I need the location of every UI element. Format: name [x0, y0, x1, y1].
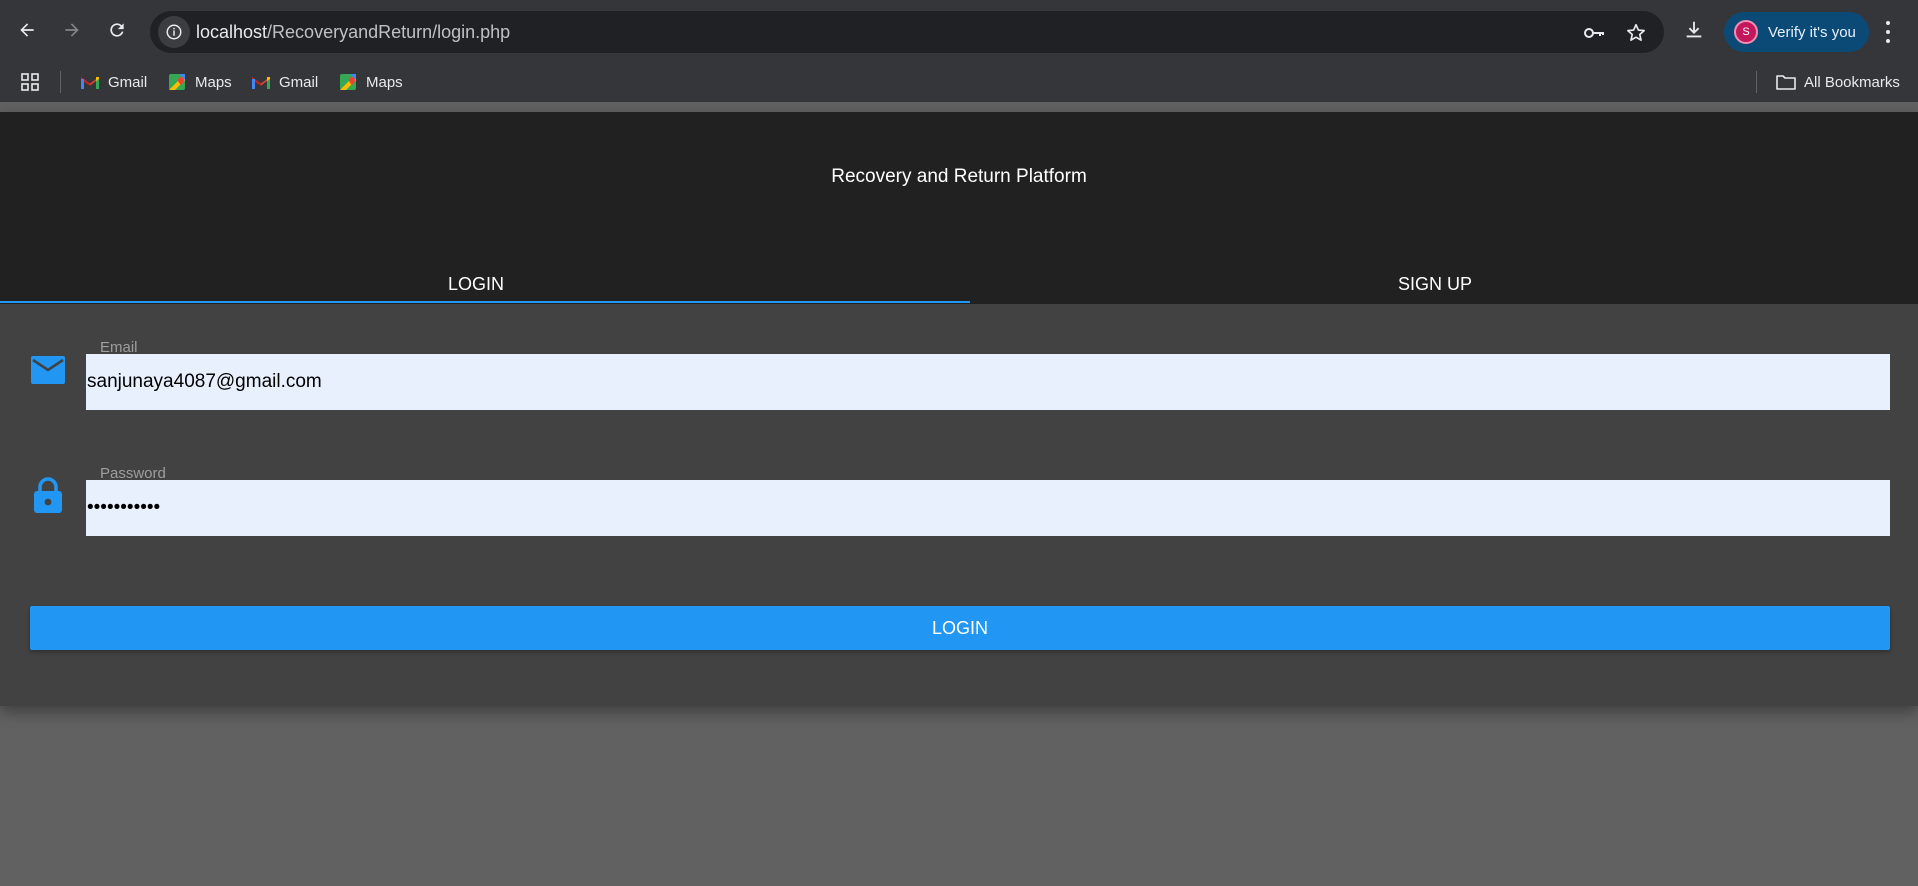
bookmark-maps-2[interactable]: Maps	[338, 68, 403, 96]
folder-icon	[1776, 74, 1796, 90]
bookmark-label: Gmail	[279, 73, 319, 91]
bookmark-star-button[interactable]	[1624, 21, 1648, 45]
bookmark-maps-1[interactable]: Maps	[167, 68, 232, 96]
browser-toolbar: localhost/RecoveryandReturn/login.php S …	[0, 0, 1918, 62]
maps-icon	[167, 74, 187, 90]
verify-profile-button[interactable]: S Verify it's you	[1724, 12, 1869, 52]
url-host: localhost	[196, 22, 268, 42]
star-icon	[1627, 23, 1645, 41]
maps-icon	[338, 74, 358, 90]
app-title: Recovery and Return Platform	[831, 166, 1087, 187]
bookmarks-divider	[1756, 71, 1757, 93]
tab-sign-up[interactable]: SIGN UP	[952, 264, 1918, 304]
site-info-button[interactable]	[158, 16, 190, 48]
forward-button[interactable]	[55, 13, 89, 47]
page-background	[0, 102, 1918, 112]
profile-avatar: S	[1734, 20, 1758, 44]
bookmarks-bar: Gmail Maps Gmail Maps All Bookmarks	[0, 62, 1918, 102]
password-key-button[interactable]	[1582, 21, 1606, 45]
info-icon	[166, 24, 182, 40]
browser-menu-icon[interactable]	[1882, 18, 1894, 46]
apps-button[interactable]	[20, 68, 40, 96]
bookmarks-divider	[60, 71, 61, 93]
forward-arrow-icon	[65, 23, 79, 37]
downloads-button[interactable]	[1677, 13, 1711, 47]
all-bookmarks-label: All Bookmarks	[1804, 73, 1900, 91]
back-arrow-icon	[20, 23, 34, 37]
email-field[interactable]	[86, 354, 1890, 410]
bookmark-label: Maps	[195, 73, 232, 91]
login-card: Recovery and Return Platform LOGIN SIGN …	[0, 112, 1918, 706]
mail-icon	[30, 352, 66, 388]
url-text: localhost/RecoveryandReturn/login.php	[196, 22, 510, 43]
card-header: Recovery and Return Platform LOGIN SIGN …	[0, 112, 1918, 304]
key-icon	[1584, 28, 1604, 38]
bookmark-label: Maps	[366, 73, 403, 91]
gmail-icon	[80, 74, 100, 90]
password-field[interactable]	[86, 480, 1890, 536]
verify-label: Verify it's you	[1768, 23, 1856, 41]
active-tab-indicator	[0, 301, 970, 303]
login-button[interactable]: LOGIN	[30, 606, 1890, 650]
reload-icon	[110, 23, 124, 37]
download-icon	[1686, 21, 1702, 38]
reload-button[interactable]	[100, 13, 134, 47]
url-path: /RecoveryandReturn/login.php	[267, 22, 511, 42]
bookmark-gmail-2[interactable]: Gmail	[251, 68, 318, 96]
all-bookmarks-button[interactable]: All Bookmarks	[1776, 68, 1900, 96]
back-button[interactable]	[10, 13, 44, 47]
tab-login[interactable]: LOGIN	[0, 264, 952, 304]
bookmark-gmail-1[interactable]: Gmail	[80, 68, 147, 96]
gmail-icon	[251, 74, 271, 90]
lock-icon	[30, 477, 66, 513]
address-bar[interactable]: localhost/RecoveryandReturn/login.php	[150, 11, 1664, 53]
bookmark-label: Gmail	[108, 73, 148, 91]
apps-grid-icon	[21, 73, 39, 91]
